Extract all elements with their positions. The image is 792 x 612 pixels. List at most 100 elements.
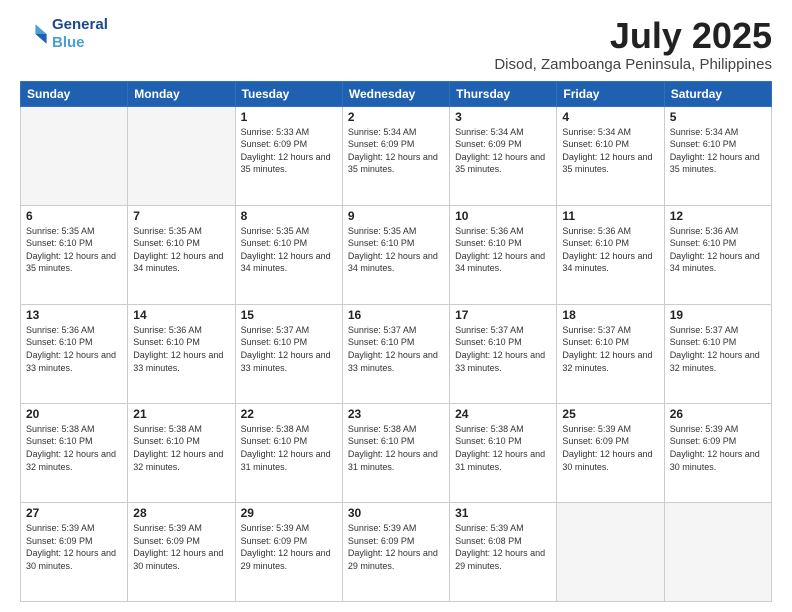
- calendar-day-header: Wednesday: [342, 81, 449, 106]
- day-detail: Sunrise: 5:38 AMSunset: 6:10 PMDaylight:…: [241, 423, 337, 473]
- calendar-cell: [128, 106, 235, 205]
- day-detail: Sunrise: 5:35 AMSunset: 6:10 PMDaylight:…: [348, 225, 444, 275]
- calendar-cell: 11Sunrise: 5:36 AMSunset: 6:10 PMDayligh…: [557, 205, 664, 304]
- calendar-day-header: Saturday: [664, 81, 771, 106]
- day-number: 5: [670, 110, 766, 124]
- day-number: 10: [455, 209, 551, 223]
- calendar-cell: 12 Sunrise: 5:36 AMSunset: 6:10 PMDayligh…: [664, 205, 771, 304]
- calendar-week-row: 13 Sunrise: 5:36 AMSunset: 6:10 PMDayligh…: [21, 304, 772, 403]
- calendar-cell: 17 Sunrise: 5:37 AMSunset: 6:10 PMDayligh…: [450, 304, 557, 403]
- day-detail: Sunrise: 5:36 AMSunset: 6:10 PMDaylight:…: [670, 225, 766, 275]
- day-detail: Sunrise: 5:38 AMSunset: 6:10 PMDaylight:…: [26, 423, 122, 473]
- calendar-cell: 27 Sunrise: 5:39 AMSunset: 6:09 PMDayligh…: [21, 502, 128, 601]
- logo-text: General Blue: [52, 16, 108, 52]
- day-detail: Sunrise: 5:37 AMSunset: 6:10 PMDaylight:…: [455, 324, 551, 374]
- calendar-cell: 30Sunrise: 5:39 AMSunset: 6:09 PMDayligh…: [342, 502, 449, 601]
- day-number: 18: [562, 308, 658, 322]
- logo-icon: [20, 20, 48, 48]
- day-number: 13: [26, 308, 122, 322]
- calendar-cell: 8 Sunrise: 5:35 AMSunset: 6:10 PMDaylight…: [235, 205, 342, 304]
- day-number: 11: [562, 209, 658, 223]
- calendar-cell: 13 Sunrise: 5:36 AMSunset: 6:10 PMDayligh…: [21, 304, 128, 403]
- day-detail: Sunrise: 5:34 AMSunset: 6:10 PMDaylight:…: [670, 126, 766, 176]
- day-detail: Sunrise: 5:37 AMSunset: 6:10 PMDaylight:…: [562, 324, 658, 374]
- day-number: 12: [670, 209, 766, 223]
- day-detail: Sunrise: 5:34 AMSunset: 6:09 PMDaylight:…: [348, 126, 444, 176]
- calendar-day-header: Tuesday: [235, 81, 342, 106]
- calendar-cell: 16 Sunrise: 5:37 AMSunset: 6:10 PMDayligh…: [342, 304, 449, 403]
- day-detail: Sunrise: 5:35 AMSunset: 6:10 PMDaylight:…: [241, 225, 337, 275]
- day-number: 21: [133, 407, 229, 421]
- day-detail: Sunrise: 5:39 AMSunset: 6:09 PMDaylight:…: [133, 522, 229, 572]
- calendar-week-row: 27 Sunrise: 5:39 AMSunset: 6:09 PMDayligh…: [21, 502, 772, 601]
- day-detail: Sunrise: 5:39 AMSunset: 6:08 PMDaylight:…: [455, 522, 551, 572]
- day-number: 14: [133, 308, 229, 322]
- calendar-cell: 1Sunrise: 5:33 AMSunset: 6:09 PMDaylight…: [235, 106, 342, 205]
- day-detail: Sunrise: 5:39 AMSunset: 6:09 PMDaylight:…: [562, 423, 658, 473]
- calendar-cell: 21 Sunrise: 5:38 AMSunset: 6:10 PMDayligh…: [128, 403, 235, 502]
- day-number: 17: [455, 308, 551, 322]
- calendar-week-row: 1Sunrise: 5:33 AMSunset: 6:09 PMDaylight…: [21, 106, 772, 205]
- title-block: July 2025 Disod, Zamboanga Peninsula, Ph…: [494, 16, 772, 73]
- day-detail: Sunrise: 5:38 AMSunset: 6:10 PMDaylight:…: [455, 423, 551, 473]
- header: General Blue July 2025 Disod, Zamboanga …: [20, 16, 772, 73]
- day-detail: Sunrise: 5:36 AMSunset: 6:10 PMDaylight:…: [455, 225, 551, 275]
- calendar-cell: 29Sunrise: 5:39 AMSunset: 6:09 PMDayligh…: [235, 502, 342, 601]
- page: General Blue July 2025 Disod, Zamboanga …: [0, 0, 792, 612]
- day-detail: Sunrise: 5:34 AMSunset: 6:10 PMDaylight:…: [562, 126, 658, 176]
- calendar-cell: 19Sunrise: 5:37 AMSunset: 6:10 PMDayligh…: [664, 304, 771, 403]
- calendar-cell: [21, 106, 128, 205]
- calendar-day-header: Thursday: [450, 81, 557, 106]
- day-number: 16: [348, 308, 444, 322]
- calendar-cell: 23Sunrise: 5:38 AMSunset: 6:10 PMDayligh…: [342, 403, 449, 502]
- day-number: 29: [241, 506, 337, 520]
- calendar-cell: 9 Sunrise: 5:35 AMSunset: 6:10 PMDaylight…: [342, 205, 449, 304]
- day-number: 9: [348, 209, 444, 223]
- calendar-cell: 7 Sunrise: 5:35 AMSunset: 6:10 PMDaylight…: [128, 205, 235, 304]
- calendar-cell: 10 Sunrise: 5:36 AMSunset: 6:10 PMDayligh…: [450, 205, 557, 304]
- calendar-day-header: Monday: [128, 81, 235, 106]
- day-number: 24: [455, 407, 551, 421]
- day-number: 30: [348, 506, 444, 520]
- calendar-cell: [557, 502, 664, 601]
- day-detail: Sunrise: 5:39 AMSunset: 6:09 PMDaylight:…: [26, 522, 122, 572]
- day-number: 7: [133, 209, 229, 223]
- day-number: 19: [670, 308, 766, 322]
- calendar-cell: 25 Sunrise: 5:39 AMSunset: 6:09 PMDayligh…: [557, 403, 664, 502]
- day-number: 6: [26, 209, 122, 223]
- calendar-day-header: Sunday: [21, 81, 128, 106]
- day-detail: Sunrise: 5:36 AMSunset: 6:10 PMDaylight:…: [26, 324, 122, 374]
- calendar-header-row: SundayMondayTuesdayWednesdayThursdayFrid…: [21, 81, 772, 106]
- calendar-cell: [664, 502, 771, 601]
- calendar-cell: 15 Sunrise: 5:37 AMSunset: 6:10 PMDayligh…: [235, 304, 342, 403]
- day-number: 20: [26, 407, 122, 421]
- logo: General Blue: [20, 16, 108, 52]
- day-detail: Sunrise: 5:37 AMSunset: 6:10 PMDaylight:…: [241, 324, 337, 374]
- calendar-cell: 24 Sunrise: 5:38 AMSunset: 6:10 PMDayligh…: [450, 403, 557, 502]
- calendar-day-header: Friday: [557, 81, 664, 106]
- calendar-cell: 20 Sunrise: 5:38 AMSunset: 6:10 PMDayligh…: [21, 403, 128, 502]
- day-number: 15: [241, 308, 337, 322]
- day-detail: Sunrise: 5:37 AMSunset: 6:10 PMDaylight:…: [348, 324, 444, 374]
- day-detail: Sunrise: 5:38 AMSunset: 6:10 PMDaylight:…: [133, 423, 229, 473]
- calendar-cell: 2 Sunrise: 5:34 AMSunset: 6:09 PMDaylight…: [342, 106, 449, 205]
- day-detail: Sunrise: 5:36 AMSunset: 6:10 PMDaylight:…: [133, 324, 229, 374]
- day-detail: Sunrise: 5:35 AMSunset: 6:10 PMDaylight:…: [26, 225, 122, 275]
- day-number: 2: [348, 110, 444, 124]
- day-number: 27: [26, 506, 122, 520]
- calendar-cell: 6 Sunrise: 5:35 AMSunset: 6:10 PMDaylight…: [21, 205, 128, 304]
- calendar-cell: 26Sunrise: 5:39 AMSunset: 6:09 PMDayligh…: [664, 403, 771, 502]
- day-detail: Sunrise: 5:34 AMSunset: 6:09 PMDaylight:…: [455, 126, 551, 176]
- calendar-cell: 14 Sunrise: 5:36 AMSunset: 6:10 PMDayligh…: [128, 304, 235, 403]
- day-number: 22: [241, 407, 337, 421]
- calendar-cell: 22 Sunrise: 5:38 AMSunset: 6:10 PMDayligh…: [235, 403, 342, 502]
- main-title: July 2025: [494, 16, 772, 56]
- day-number: 28: [133, 506, 229, 520]
- calendar-cell: 3Sunrise: 5:34 AMSunset: 6:09 PMDaylight…: [450, 106, 557, 205]
- day-number: 1: [241, 110, 337, 124]
- calendar-cell: 28 Sunrise: 5:39 AMSunset: 6:09 PMDayligh…: [128, 502, 235, 601]
- day-detail: Sunrise: 5:35 AMSunset: 6:10 PMDaylight:…: [133, 225, 229, 275]
- day-number: 8: [241, 209, 337, 223]
- day-number: 25: [562, 407, 658, 421]
- calendar-cell: 5 Sunrise: 5:34 AMSunset: 6:10 PMDaylight…: [664, 106, 771, 205]
